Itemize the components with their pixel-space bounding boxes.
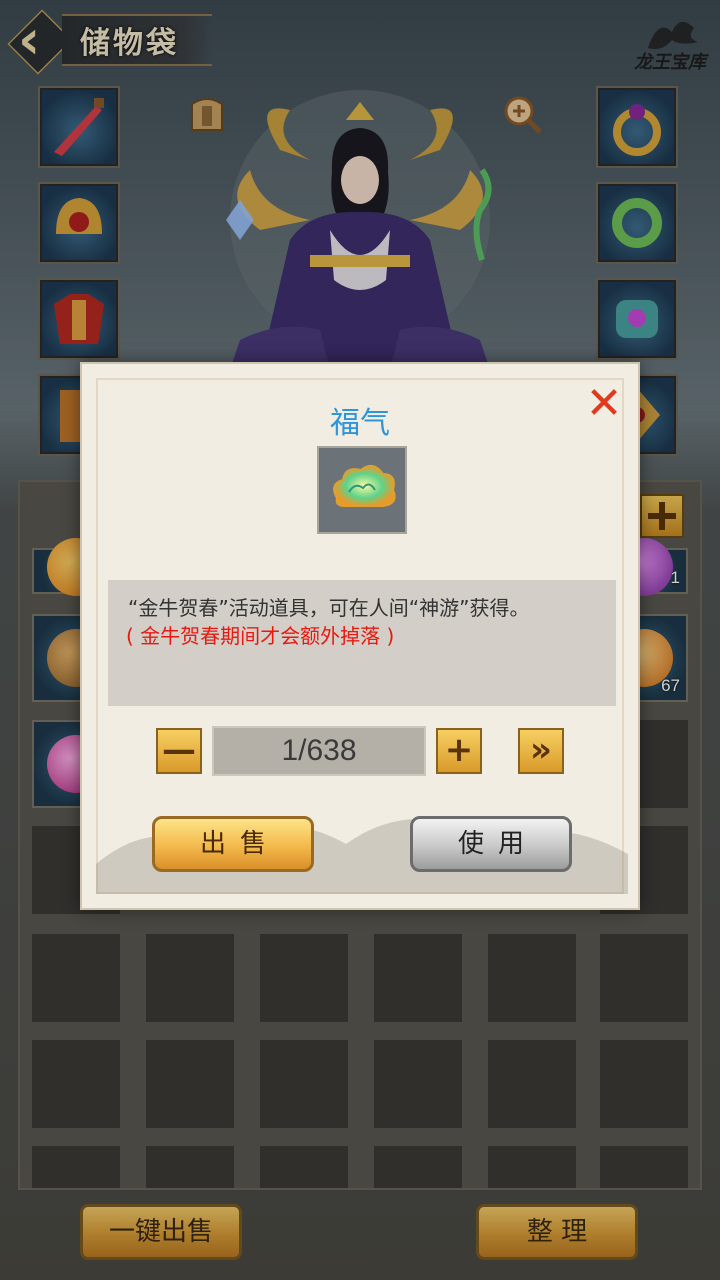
quantity-field[interactable]: 1/638: [212, 726, 426, 776]
item-description-box: “金牛贺春”活动道具，可在人间“神游”获得。 ( 金牛贺春期间才会额外掉落 ): [108, 580, 616, 706]
sell-button[interactable]: 出售: [152, 816, 314, 872]
item-drop-note: ( 金牛贺春期间才会额外掉落 ): [126, 624, 395, 648]
item-description: “金牛贺春”活动道具，可在人间“神游”获得。: [128, 596, 530, 620]
item-detail-dialog: 福气 ✕ “金牛贺春”活动道具，可在人间“神游”获得。 ( 金牛贺春期间才会额外…: [80, 362, 640, 910]
use-button[interactable]: 使用: [410, 816, 572, 872]
increase-button[interactable]: +: [436, 728, 482, 774]
max-quantity-button[interactable]: »: [518, 728, 564, 774]
item-icon-frame: [317, 446, 407, 534]
dialog-title: 福气: [330, 406, 390, 441]
decrease-button[interactable]: —: [156, 728, 202, 774]
close-button[interactable]: ✕: [584, 382, 624, 426]
lucky-cloud-icon: [333, 464, 396, 507]
